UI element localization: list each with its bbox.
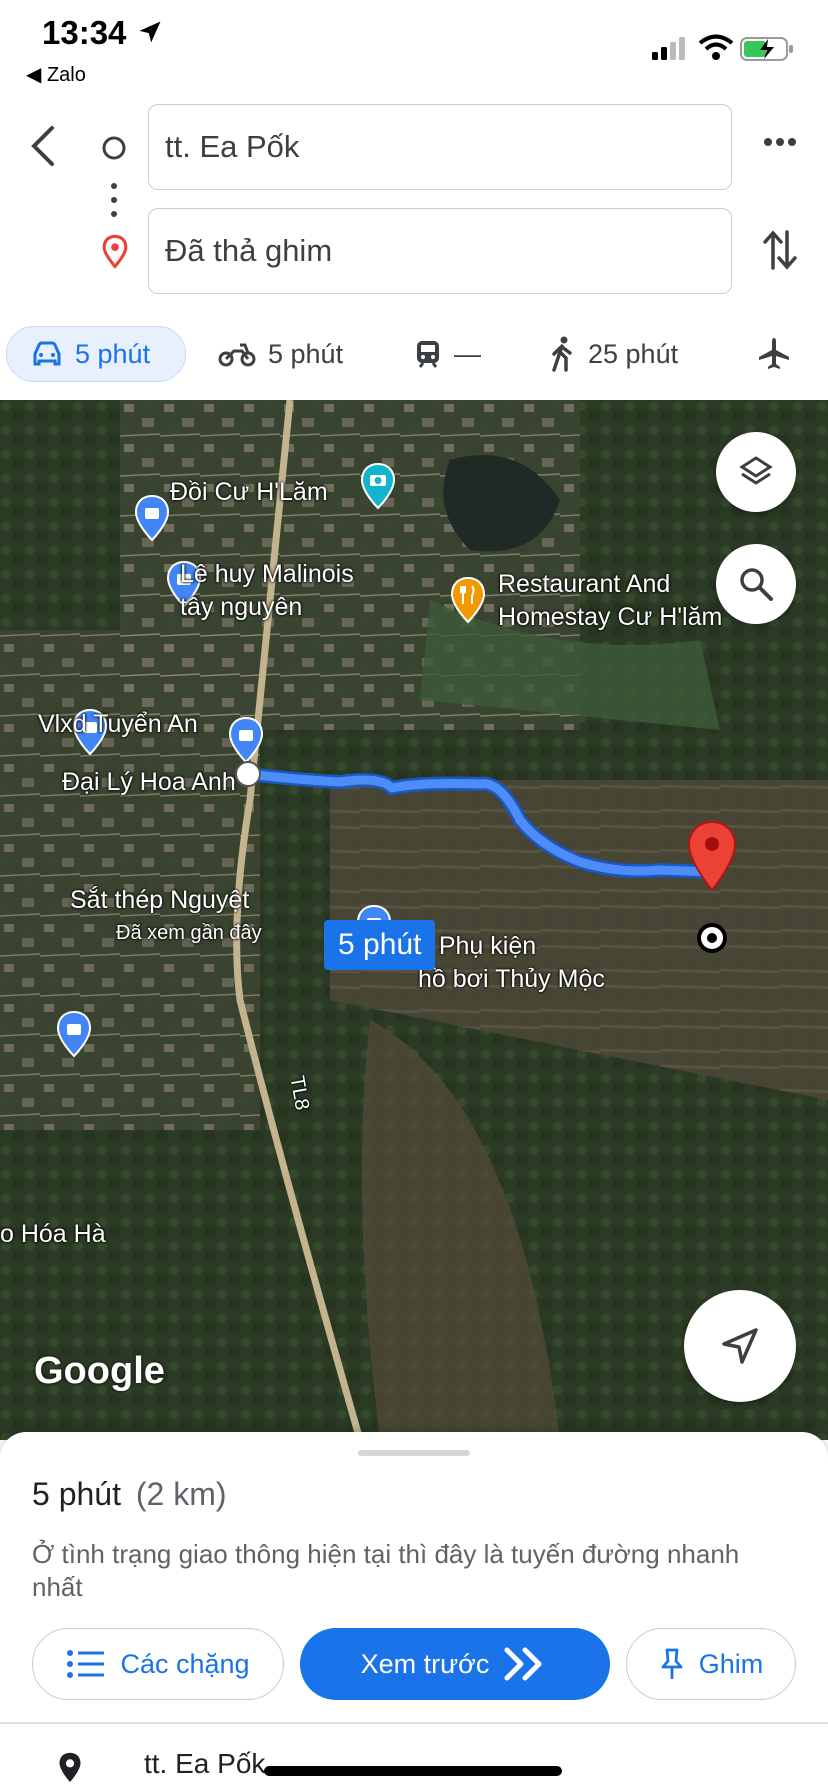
status-bar: 13:34 ◀ Zalo bbox=[0, 0, 828, 96]
restaurant-marker-icon[interactable] bbox=[450, 576, 486, 624]
airplane-icon bbox=[759, 338, 789, 369]
origin-input[interactable]: tt. Ea Pốk bbox=[148, 104, 732, 190]
map-label-hoaha: o Hóa Hà bbox=[0, 1220, 106, 1248]
mode-transit-tab[interactable]: — bbox=[414, 326, 481, 382]
battery-charging-icon bbox=[740, 37, 793, 61]
more-options-icon[interactable] bbox=[762, 136, 798, 148]
preview-button[interactable]: Xem trước bbox=[300, 1628, 610, 1700]
map-label-restaurant: Restaurant And Homestay Cư H'lăm bbox=[498, 570, 723, 631]
destination-pin-icon bbox=[102, 234, 128, 269]
wifi-icon bbox=[698, 34, 734, 60]
mode-walk-tab[interactable]: 25 phút bbox=[548, 326, 678, 382]
map-label-vlxd: Vlxd Tuyển An bbox=[38, 710, 198, 738]
swap-directions-icon[interactable] bbox=[762, 228, 798, 272]
map-search-button[interactable] bbox=[716, 544, 796, 624]
back-to-app-link[interactable]: ◀ Zalo bbox=[26, 62, 86, 87]
motorbike-icon bbox=[218, 343, 256, 367]
walking-icon bbox=[552, 336, 572, 372]
navigation-arrow-icon bbox=[722, 1328, 758, 1364]
train-icon bbox=[417, 341, 439, 368]
location-arrow-icon bbox=[139, 21, 161, 43]
search-icon bbox=[740, 568, 773, 601]
shopping-bag-marker-icon[interactable] bbox=[134, 494, 170, 542]
destination-input[interactable]: Đã thả ghim bbox=[148, 208, 732, 294]
mode-flight-tab[interactable] bbox=[756, 326, 804, 382]
cellular-signal-icon bbox=[652, 37, 685, 60]
google-logo: Google bbox=[34, 1350, 165, 1392]
layers-icon bbox=[739, 456, 773, 485]
origin-circle-icon bbox=[102, 136, 126, 160]
location-pin-icon bbox=[59, 1752, 81, 1782]
map-label-satthep: Sắt thép Nguyệt bbox=[70, 886, 250, 914]
map-label-phukien: g Phụ kiện hồ bơi Thủy Mộc bbox=[418, 932, 605, 993]
map-label-malinois: Lê huy Malinois tây nguyên bbox=[180, 560, 354, 621]
route-duration: 5 phút (2 km) bbox=[32, 1476, 227, 1512]
map-label-daily: Đại Lý Hoa Anh bbox=[62, 768, 236, 796]
map-label-recently-viewed: Đã xem gần đây bbox=[116, 922, 262, 944]
dropped-pin-icon[interactable] bbox=[686, 820, 738, 892]
camera-marker-icon[interactable] bbox=[360, 462, 396, 510]
divider bbox=[0, 1722, 828, 1724]
layers-button[interactable] bbox=[716, 432, 796, 512]
route-end-dot bbox=[697, 923, 727, 953]
travel-mode-bar: 5 phút 5 phút — 25 phút bbox=[0, 326, 828, 386]
shopping-bag-marker-icon[interactable] bbox=[56, 1010, 92, 1058]
shopping-bag-marker-icon[interactable] bbox=[228, 716, 264, 764]
status-time: 13:34 bbox=[42, 14, 164, 52]
back-arrow-icon[interactable] bbox=[28, 124, 60, 168]
car-icon bbox=[33, 341, 61, 366]
sheet-drag-handle[interactable] bbox=[358, 1450, 470, 1456]
steps-button[interactable]: Các chặng bbox=[32, 1628, 284, 1700]
pin-button[interactable]: Ghim bbox=[626, 1628, 796, 1700]
list-icon bbox=[67, 1650, 105, 1678]
map-view[interactable]: Đồi Cư H'Lăm Lê huy Malinois tây nguyên R… bbox=[0, 400, 828, 1440]
directions-header: tt. Ea Pốk Đã thả ghim bbox=[0, 96, 828, 306]
route-dots-icon bbox=[111, 183, 117, 217]
my-location-button[interactable] bbox=[684, 1290, 796, 1402]
first-step-label[interactable]: tt. Ea Pốk bbox=[144, 1748, 265, 1780]
double-chevron-right-icon bbox=[504, 1647, 542, 1681]
route-description: Ở tình trạng giao thông hiện tại thì đây… bbox=[32, 1539, 740, 1602]
mode-car-tab[interactable]: 5 phút bbox=[6, 326, 186, 382]
route-summary-sheet: 5 phút (2 km) Ở tình trạng giao thông hi… bbox=[0, 1432, 828, 1792]
mode-motorbike-tab[interactable]: 5 phút bbox=[218, 326, 343, 382]
home-indicator bbox=[264, 1766, 562, 1776]
route-distance: (2 km) bbox=[135, 1476, 227, 1512]
pushpin-icon bbox=[661, 1648, 683, 1679]
route-duration-badge[interactable]: 5 phút bbox=[324, 920, 436, 970]
map-label-doi: Đồi Cư H'Lăm bbox=[170, 478, 328, 506]
route-start-dot bbox=[235, 761, 261, 787]
